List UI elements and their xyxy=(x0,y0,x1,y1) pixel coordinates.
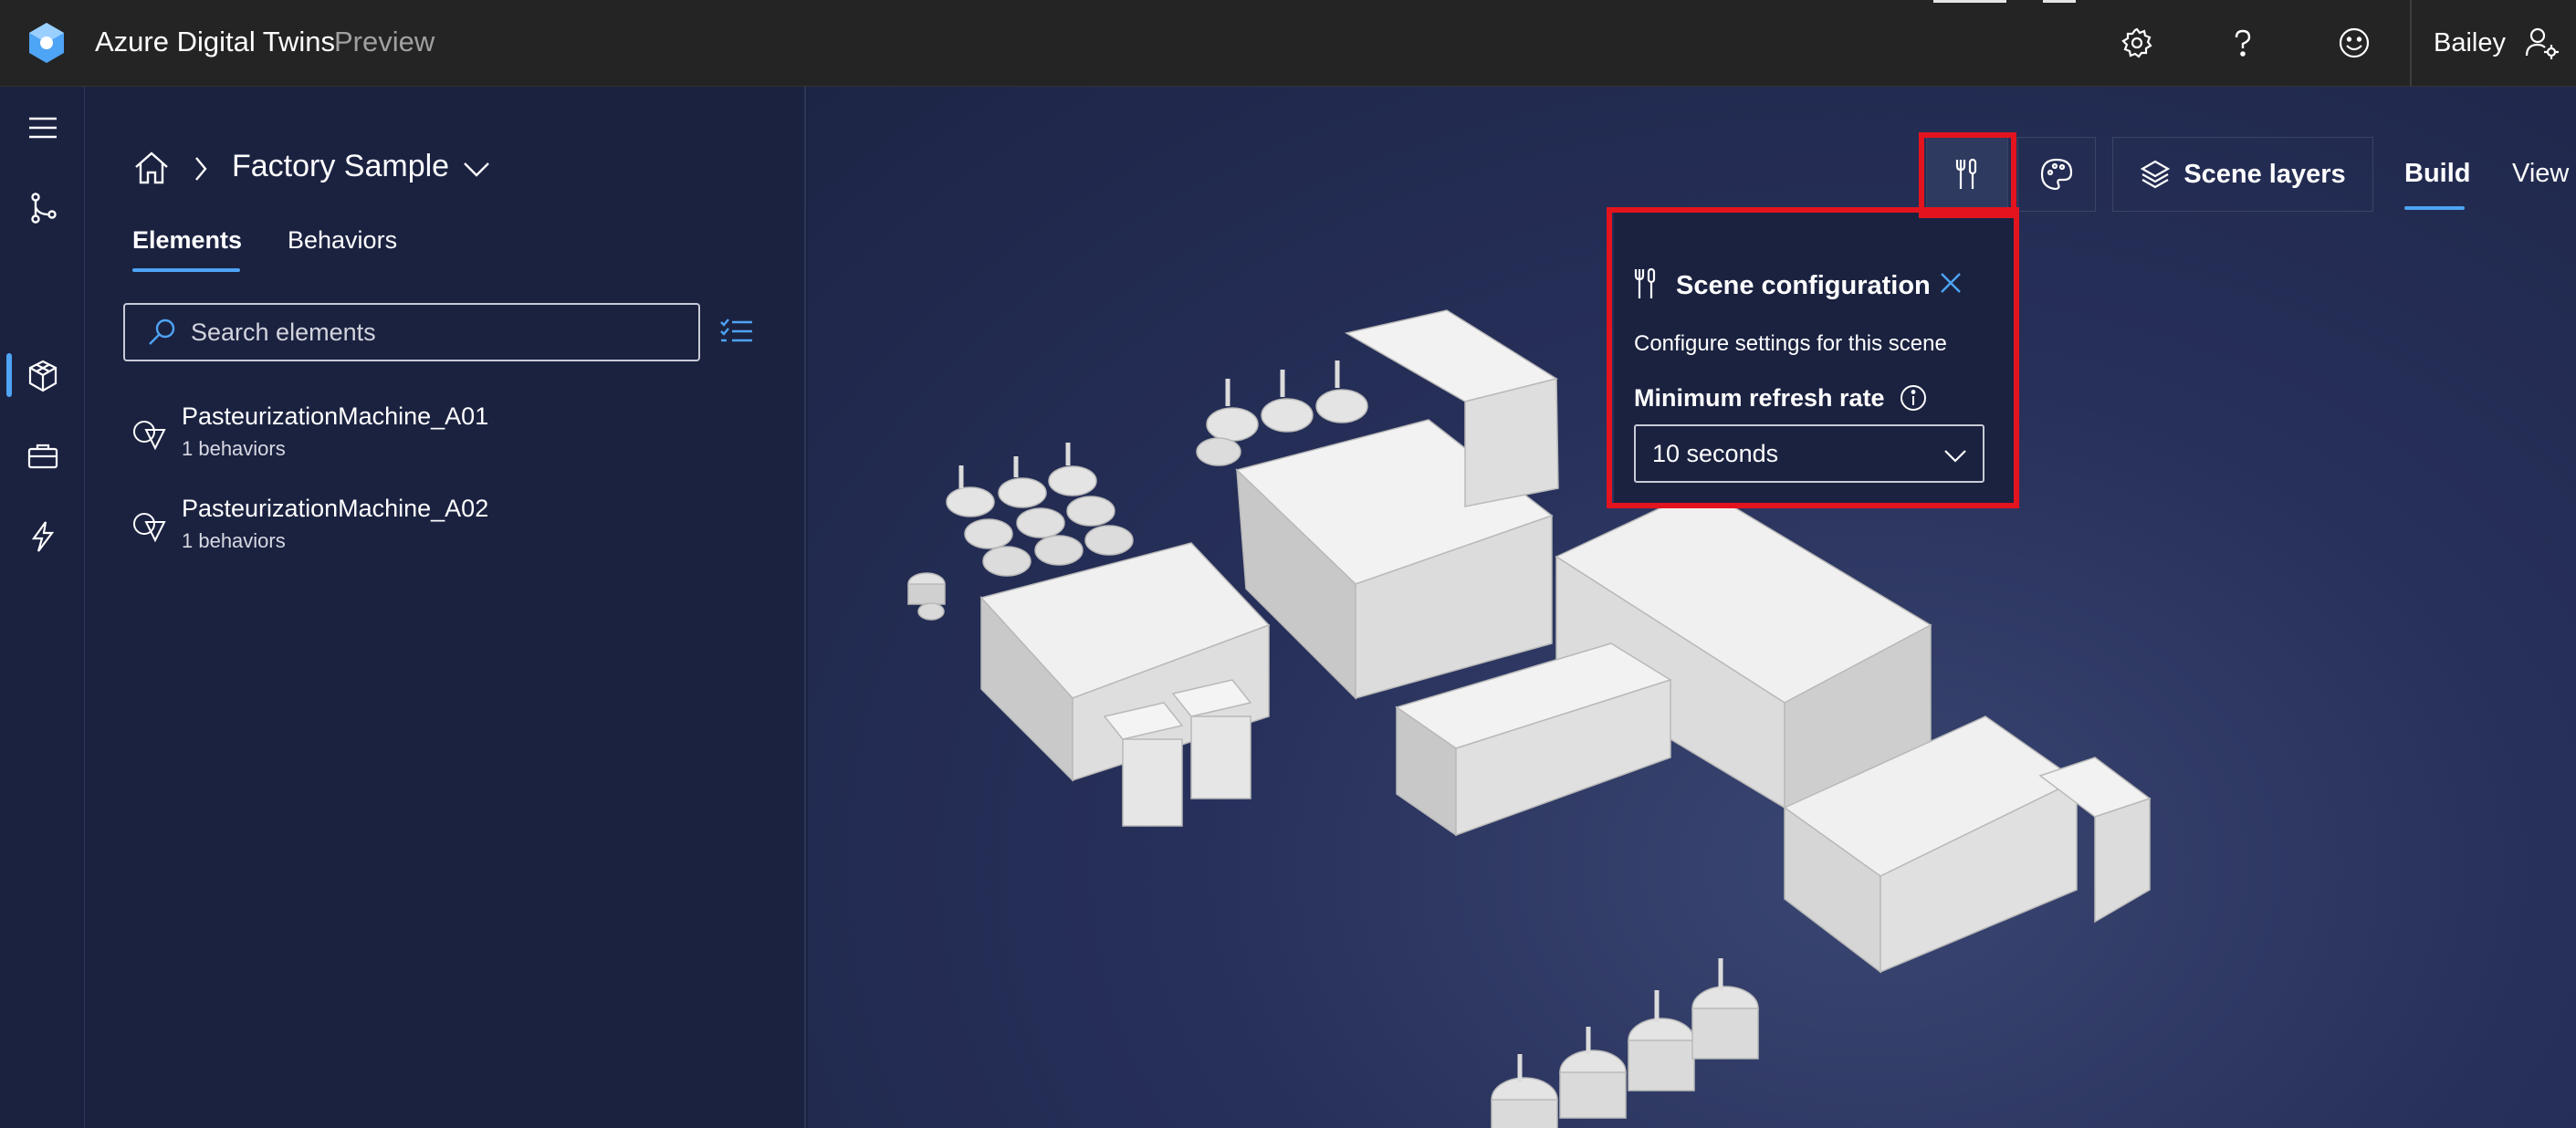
twin-graph-icon[interactable] xyxy=(20,185,66,231)
left-navigation-rail xyxy=(0,87,85,1128)
tab-view[interactable]: View xyxy=(2512,159,2569,189)
breadcrumb-chevron-right-icon xyxy=(195,157,207,181)
highlight-box-config-callout xyxy=(1607,207,2019,508)
rail-active-indicator xyxy=(6,353,12,397)
list-item[interactable]: PasteurizationMachine_A01 1 behaviors xyxy=(131,395,715,468)
search-input[interactable] xyxy=(191,318,665,347)
user-settings-icon[interactable] xyxy=(2521,22,2563,64)
scene-theme-button[interactable] xyxy=(2017,137,2096,212)
top-bar-divider xyxy=(2410,0,2412,87)
tank-cluster-left xyxy=(946,443,1134,577)
active-mode-indicator xyxy=(2404,206,2465,210)
element-behavior-count: 1 behaviors xyxy=(182,437,286,460)
element-name: PasteurizationMachine_A02 xyxy=(182,495,489,522)
tank-small xyxy=(907,572,946,621)
tab-elements[interactable]: Elements xyxy=(132,226,242,255)
mesh-element-icon xyxy=(133,421,166,451)
app-title: Azure Digital Twins xyxy=(95,26,336,57)
search-icon xyxy=(149,319,175,345)
search-box[interactable] xyxy=(123,303,700,361)
preview-badge: Preview xyxy=(334,26,435,57)
tank-cluster-bottom xyxy=(1491,958,1759,1128)
menu-icon[interactable] xyxy=(20,105,66,151)
top-marker xyxy=(1933,0,2006,3)
mesh-element-icon xyxy=(133,513,166,543)
home-icon[interactable] xyxy=(132,149,171,187)
toolbox-icon[interactable] xyxy=(20,433,66,479)
palette-icon xyxy=(2040,158,2073,191)
azure-digital-twins-logo xyxy=(29,23,64,63)
tab-build[interactable]: Build xyxy=(2404,159,2471,189)
element-behavior-count: 1 behaviors xyxy=(182,529,286,552)
help-icon[interactable] xyxy=(2222,22,2264,64)
active-tab-indicator xyxy=(132,268,240,272)
layers-icon xyxy=(2141,160,2171,189)
settings-icon[interactable] xyxy=(2116,22,2158,64)
multi-select-list-icon[interactable] xyxy=(718,313,755,350)
scene-layers-button[interactable]: Scene layers xyxy=(2112,137,2373,212)
scene-layers-label: Scene layers xyxy=(2183,159,2346,189)
scene-switcher-chevron-down-icon[interactable] xyxy=(461,156,492,182)
user-name[interactable]: Bailey xyxy=(2434,28,2506,58)
tab-behaviors[interactable]: Behaviors xyxy=(288,226,397,255)
top-marker xyxy=(2043,0,2076,3)
feedback-smile-icon[interactable] xyxy=(2333,22,2375,64)
list-item[interactable]: PasteurizationMachine_A02 1 behaviors xyxy=(131,487,715,560)
scene-builder-panel: Factory Sample Elements Behaviors Pasteu… xyxy=(85,87,806,1128)
element-name: PasteurizationMachine_A01 xyxy=(182,402,489,430)
breadcrumb-scene-title[interactable]: Factory Sample xyxy=(232,149,449,184)
3d-scenes-icon[interactable] xyxy=(20,353,66,399)
highlight-box-config-button xyxy=(1919,132,2016,218)
top-bar: Azure Digital Twins Preview Bailey xyxy=(0,0,2576,87)
events-icon[interactable] xyxy=(20,514,66,559)
